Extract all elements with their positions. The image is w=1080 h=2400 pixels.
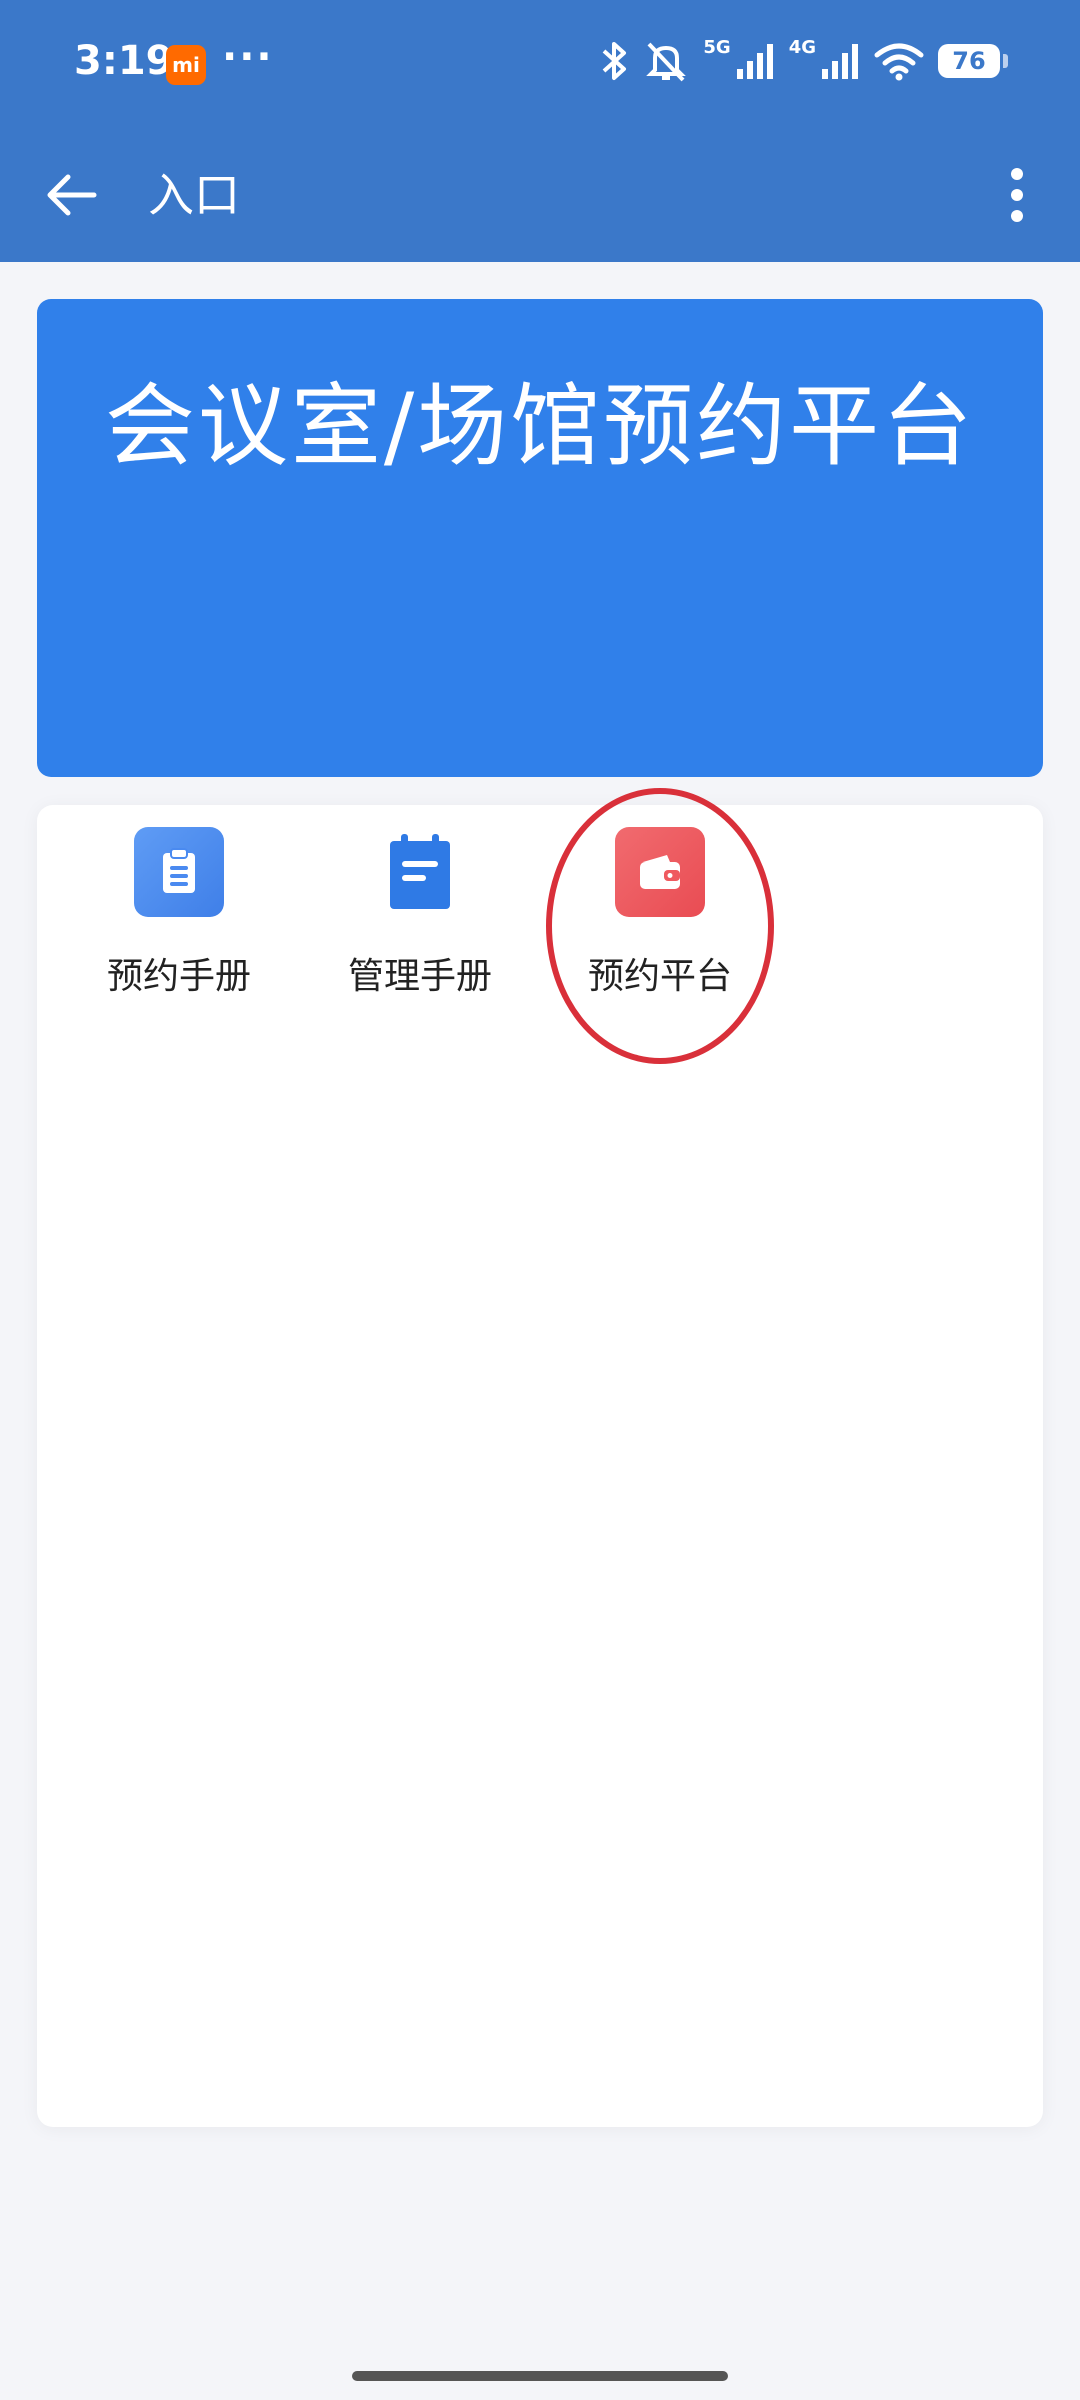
home-indicator[interactable] — [352, 2371, 728, 2381]
network-5g-label: 5G — [703, 36, 731, 58]
tile-label: 管理手册 — [347, 956, 492, 997]
more-options-button[interactable] — [982, 160, 1052, 230]
wifi-icon — [874, 43, 924, 81]
status-bar: 3:19 mi ··· 5G 4G 76 — [0, 0, 1080, 130]
clipboard-icon — [134, 827, 224, 917]
more-vertical-icon — [1011, 168, 1023, 222]
back-button[interactable] — [36, 160, 106, 230]
network-4g-label: 4G — [788, 36, 816, 58]
battery-icon: 76 — [938, 44, 1008, 78]
tile-booking-platform[interactable]: 预约平台 — [540, 827, 780, 1017]
tile-label: 预约平台 — [587, 956, 732, 997]
entry-panel: 预约手册 管理手册 预约平台 — [37, 805, 1043, 2127]
app-bar: 入口 — [0, 130, 1080, 262]
status-icons: 5G 4G 76 — [599, 36, 1008, 86]
banner: 会议室/场馆预约平台 — [37, 299, 1043, 777]
signal-5g-icon — [736, 44, 773, 79]
more-notifications-icon: ··· — [222, 34, 274, 80]
status-time: 3:19 — [74, 38, 174, 84]
page-title: 入口 — [148, 168, 240, 222]
notepad-icon — [375, 827, 465, 917]
signal-4g-icon — [822, 44, 858, 79]
wallet-icon — [615, 827, 705, 917]
tile-label: 预约手册 — [106, 956, 251, 997]
bluetooth-icon — [603, 42, 627, 80]
top-bar: 3:19 mi ··· 5G 4G 76 入口 — [0, 0, 1080, 262]
banner-title: 会议室/场馆预约平台 — [104, 374, 976, 479]
tile-booking-manual[interactable]: 预约手册 — [59, 827, 299, 1017]
arrow-left-icon — [47, 174, 97, 216]
tile-admin-manual[interactable]: 管理手册 — [300, 827, 540, 1017]
mi-app-icon: mi — [166, 45, 206, 85]
mute-bell-icon — [646, 42, 687, 82]
